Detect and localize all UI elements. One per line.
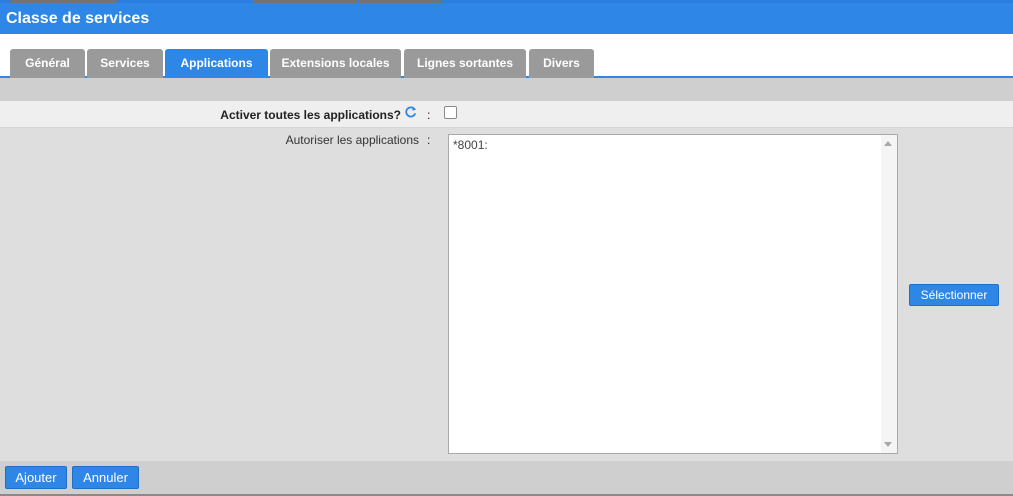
add-button[interactable]: Ajouter <box>5 466 67 489</box>
tab-applications[interactable]: Applications <box>165 49 268 78</box>
activate-all-row: Activer toutes les applications? : <box>0 101 1013 128</box>
scroll-up-arrow-icon[interactable] <box>884 141 892 146</box>
window-title: Classe de services <box>0 3 1013 34</box>
toolbar-band <box>0 78 1013 101</box>
footer-bar: Ajouter Annuler <box>0 461 1013 496</box>
tab-divers[interactable]: Divers <box>529 49 594 78</box>
tab-bar: Général Services Applications Extensions… <box>0 34 1013 78</box>
cancel-button[interactable]: Annuler <box>72 466 139 489</box>
allow-apps-colon: : <box>427 133 431 147</box>
activate-all-checkbox[interactable] <box>444 106 457 119</box>
tab-general[interactable]: Général <box>10 49 85 78</box>
applications-panel: Autoriser les applications : *8001: Séle… <box>0 128 1013 461</box>
textarea-scrollbar[interactable] <box>881 135 897 453</box>
allow-apps-label: Autoriser les applications <box>285 133 419 147</box>
activate-all-colon: : <box>427 108 431 122</box>
scroll-down-arrow-icon[interactable] <box>884 442 892 447</box>
refresh-icon[interactable] <box>404 105 418 119</box>
allow-apps-value: *8001: <box>453 138 488 152</box>
allow-apps-textarea[interactable]: *8001: <box>448 134 898 454</box>
tab-extensions-locales[interactable]: Extensions locales <box>270 49 401 78</box>
select-button[interactable]: Sélectionner <box>909 284 999 306</box>
tab-lignes-sortantes[interactable]: Lignes sortantes <box>404 49 526 78</box>
activate-all-label: Activer toutes les applications? <box>220 108 401 122</box>
tab-services[interactable]: Services <box>87 49 163 78</box>
